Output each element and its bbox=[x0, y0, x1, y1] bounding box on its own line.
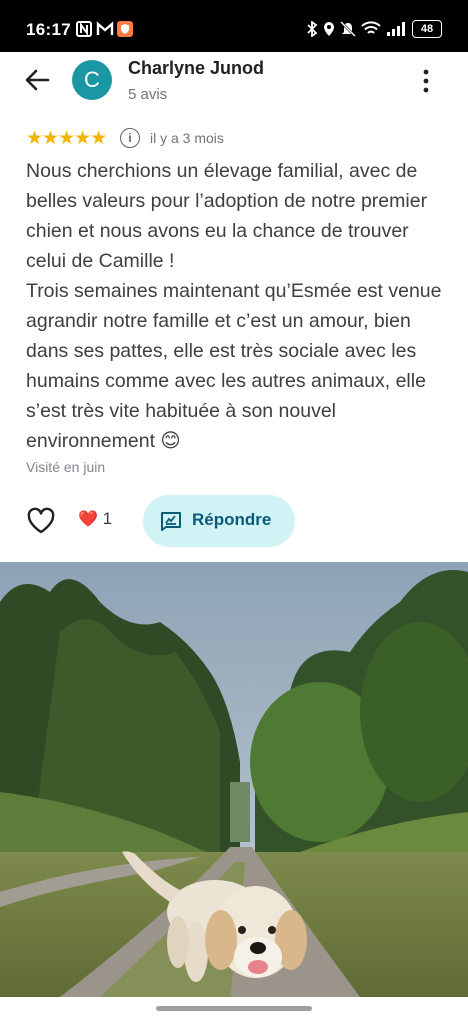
status-time: 16:17 bbox=[26, 20, 71, 39]
location-icon bbox=[324, 22, 334, 36]
nfc-icon bbox=[76, 21, 92, 37]
home-gesture-handle[interactable] bbox=[156, 1006, 312, 1011]
star-rating: ★★★★★ bbox=[26, 128, 107, 149]
review-text: Nous cherchions un élevage familial, ave… bbox=[26, 160, 442, 452]
wifi-icon bbox=[361, 21, 381, 34]
bluetooth-icon bbox=[307, 21, 318, 37]
avatar-letter: C bbox=[84, 67, 100, 92]
back-arrow-icon[interactable] bbox=[22, 65, 52, 95]
likes-counter[interactable]: ❤️ 1 bbox=[78, 509, 112, 529]
like-heart-icon[interactable] bbox=[26, 507, 56, 535]
battery-level: 48 bbox=[420, 23, 434, 35]
battery-icon: 48 bbox=[412, 20, 442, 38]
puppy-on-path-photo bbox=[0, 562, 468, 997]
visited-date: Visité en juin bbox=[26, 459, 106, 475]
reply-button[interactable]: Répondre bbox=[143, 495, 295, 547]
reviewer-name[interactable]: Charlyne Junod bbox=[128, 58, 264, 79]
avatar[interactable]: C bbox=[72, 60, 112, 100]
reply-label: Répondre bbox=[192, 510, 272, 529]
gmail-icon bbox=[96, 21, 114, 35]
review-actions: ❤️ 1 Répondre bbox=[0, 495, 468, 547]
reviewer-review-count: 5 avis bbox=[128, 86, 168, 103]
red-heart-icon: ❤️ bbox=[78, 511, 98, 528]
likes-count: 1 bbox=[102, 509, 113, 528]
review-photo[interactable] bbox=[0, 562, 468, 997]
info-icon[interactable]: i bbox=[120, 128, 140, 148]
status-bar: 16:17 48 bbox=[0, 0, 468, 52]
shield-app-icon bbox=[117, 21, 133, 37]
app-bar: C Charlyne Junod 5 avis bbox=[0, 52, 468, 116]
signal-icon bbox=[387, 22, 405, 36]
more-options-icon[interactable] bbox=[418, 68, 434, 94]
reply-icon bbox=[161, 512, 181, 531]
mute-icon bbox=[340, 21, 356, 37]
review-date: il y a 3 mois bbox=[150, 130, 224, 146]
navigation-bar bbox=[0, 997, 468, 1024]
rating-row: ★★★★★ i il y a 3 mois bbox=[26, 127, 446, 149]
